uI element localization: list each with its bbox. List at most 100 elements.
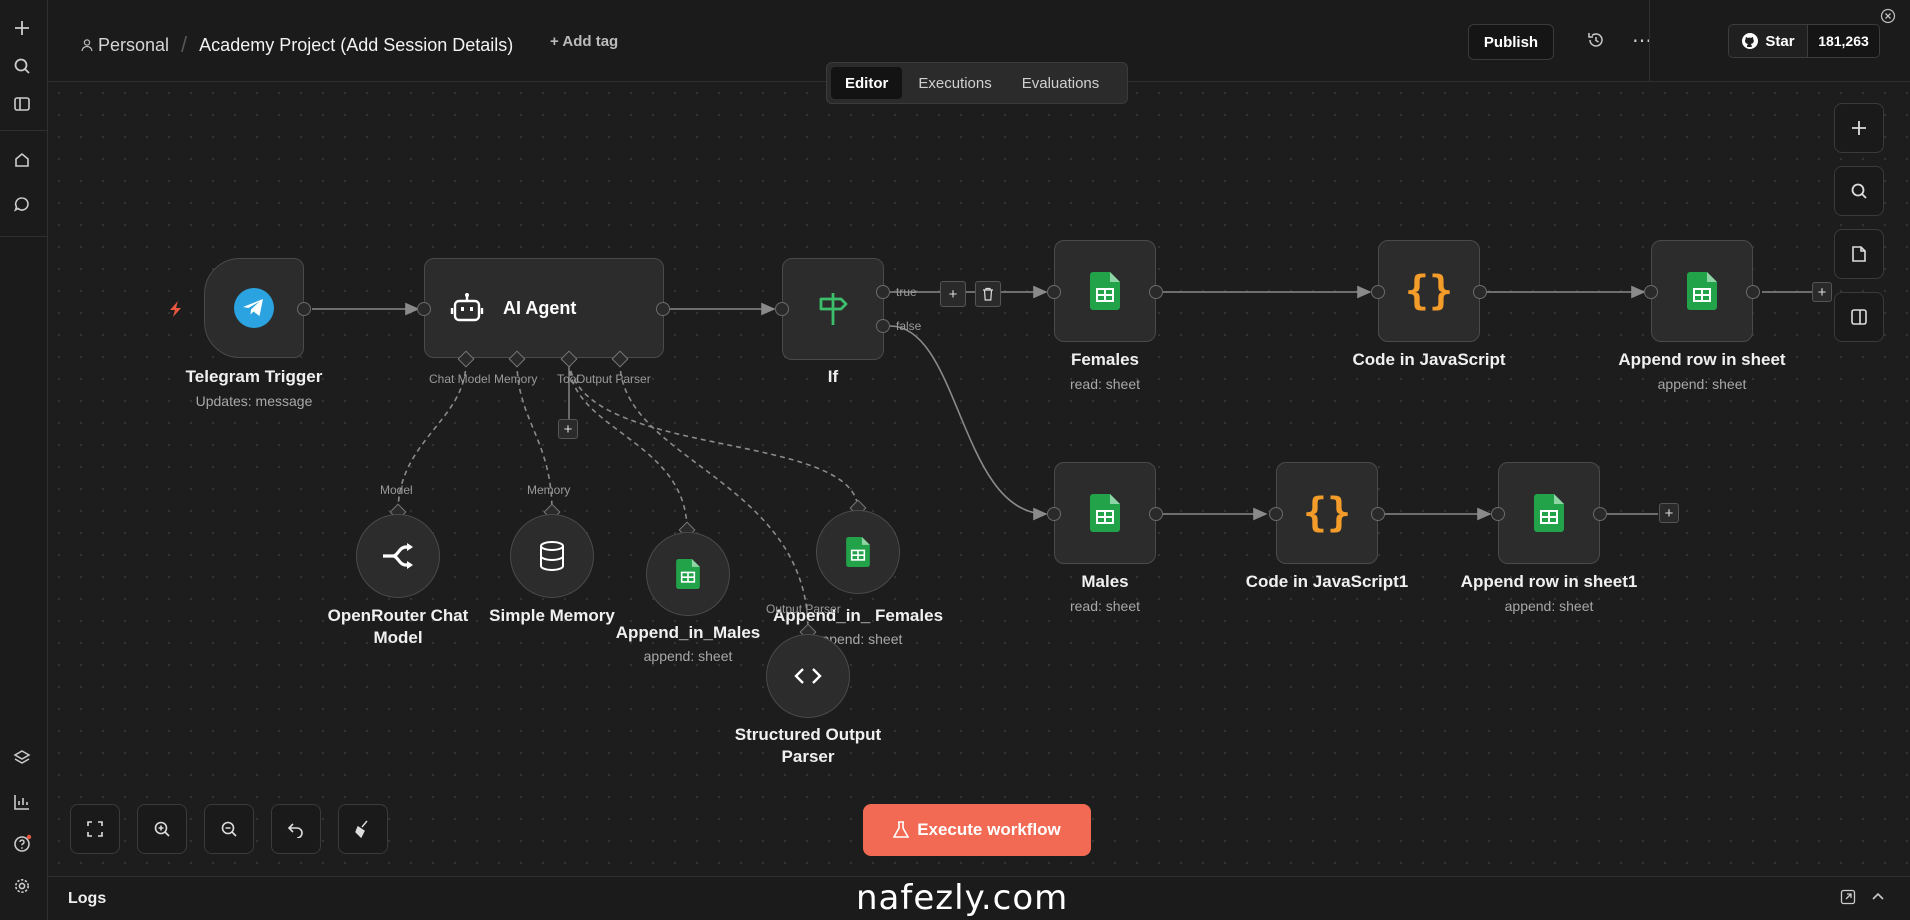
output-port[interactable] — [656, 302, 670, 316]
output-port[interactable] — [1473, 285, 1487, 299]
workflow-title[interactable]: Academy Project (Add Session Details) — [199, 35, 513, 56]
zoom-in-icon — [154, 821, 170, 837]
false-output-port[interactable] — [876, 319, 890, 333]
code-javascript-node[interactable]: {} — [1378, 240, 1480, 342]
true-output-port[interactable] — [876, 285, 890, 299]
node-subtitle: append: sheet — [1504, 598, 1594, 614]
templates-icon[interactable] — [10, 746, 34, 770]
input-port[interactable] — [1047, 285, 1061, 299]
tidy-up-button[interactable] — [338, 804, 388, 854]
sidebar-toggle-icon[interactable] — [10, 92, 34, 116]
females-sheet-node[interactable] — [1054, 240, 1156, 342]
google-sheets-icon — [1534, 494, 1564, 532]
code-brackets-icon — [794, 668, 822, 684]
males-sheet-node[interactable] — [1054, 462, 1156, 564]
append-row-sheet-node[interactable] — [1651, 240, 1753, 342]
undo-button[interactable] — [271, 804, 321, 854]
google-sheets-icon — [676, 559, 700, 589]
help-icon[interactable] — [10, 832, 34, 856]
breadcrumb: Personal / Academy Project (Add Session … — [80, 32, 513, 58]
popout-icon[interactable] — [1840, 889, 1856, 910]
github-star-widget[interactable]: Star 181,263 — [1728, 24, 1880, 58]
fit-view-button[interactable] — [70, 804, 120, 854]
port-label: Memory — [527, 483, 571, 497]
output-port[interactable] — [1149, 507, 1163, 521]
google-sheets-icon — [1687, 272, 1717, 310]
search-icon — [1851, 183, 1867, 199]
settings-gear-icon[interactable] — [10, 874, 34, 898]
node-title: OpenRouter Chat Model — [327, 606, 469, 647]
flask-icon — [893, 821, 910, 838]
zoom-out-button[interactable] — [204, 804, 254, 854]
star-count: 181,263 — [1807, 25, 1879, 57]
insights-icon[interactable] — [10, 790, 34, 814]
add-node-button[interactable]: + — [1659, 503, 1679, 523]
false-label: false — [896, 319, 922, 333]
history-icon[interactable] — [1586, 30, 1606, 55]
port-label: Chat Model — [429, 372, 491, 386]
logs-label: Logs — [68, 890, 107, 907]
close-icon[interactable] — [1880, 8, 1896, 29]
node-title: Append_in_Males — [615, 623, 761, 642]
home-icon[interactable] — [10, 148, 34, 172]
input-port[interactable] — [775, 302, 789, 316]
database-icon — [540, 541, 564, 572]
google-sheets-icon — [1090, 494, 1120, 532]
node-title: Structured Output Parser — [734, 725, 882, 766]
plus-icon[interactable] — [10, 16, 34, 40]
output-port[interactable] — [1149, 285, 1163, 299]
input-port[interactable] — [1047, 507, 1061, 521]
search-icon[interactable] — [10, 54, 34, 78]
signpost-icon — [819, 293, 848, 325]
workflow-canvas[interactable] — [48, 82, 1910, 876]
ai-agent-node[interactable]: AI Agent — [424, 258, 664, 358]
sticky-note-button[interactable] — [1834, 229, 1884, 279]
left-rail — [0, 0, 48, 920]
append-row-sheet1-node[interactable] — [1498, 462, 1600, 564]
input-port[interactable] — [1371, 285, 1385, 299]
execute-workflow-button[interactable]: Execute workflow — [863, 804, 1091, 856]
toggle-panel-button[interactable] — [1834, 292, 1884, 342]
add-node-button[interactable]: + — [1812, 282, 1832, 302]
delete-connection-button[interactable] — [975, 281, 1001, 307]
add-node-tool-button[interactable] — [1834, 103, 1884, 153]
true-label: true — [896, 285, 917, 299]
trash-icon — [983, 287, 993, 301]
tab-executions[interactable]: Executions — [904, 67, 1005, 99]
if-node[interactable] — [782, 258, 884, 360]
code-braces-icon: {} — [1302, 490, 1352, 536]
view-tabs: Editor Executions Evaluations — [826, 62, 1128, 104]
chat-icon[interactable] — [10, 192, 34, 216]
input-port[interactable] — [1269, 507, 1283, 521]
add-tool-button[interactable]: + — [558, 419, 578, 439]
add-tag-link[interactable]: + Add tag — [550, 33, 618, 50]
append-in-males-node[interactable] — [646, 532, 730, 616]
telegram-trigger-node[interactable] — [204, 258, 304, 358]
note-icon — [1852, 246, 1866, 262]
breadcrumb-owner[interactable]: Personal — [98, 35, 169, 56]
simple-memory-node[interactable] — [510, 514, 594, 598]
chevron-up-icon[interactable] — [1870, 889, 1886, 910]
tab-evaluations[interactable]: Evaluations — [1008, 67, 1114, 99]
output-port[interactable] — [1746, 285, 1760, 299]
output-port[interactable] — [297, 302, 311, 316]
publish-button[interactable]: Publish — [1468, 24, 1554, 60]
node-title: If — [827, 367, 839, 386]
broom-icon — [355, 820, 368, 839]
input-port[interactable] — [1491, 507, 1505, 521]
zoom-in-button[interactable] — [137, 804, 187, 854]
tab-editor[interactable]: Editor — [831, 67, 903, 99]
search-nodes-button[interactable] — [1834, 166, 1884, 216]
structured-output-parser-node[interactable] — [766, 634, 850, 718]
append-in-females-node[interactable] — [816, 510, 900, 594]
input-port[interactable] — [417, 302, 431, 316]
add-node-button[interactable]: + — [940, 281, 966, 307]
openrouter-chat-model-node[interactable] — [356, 514, 440, 598]
port-label: Memory — [494, 372, 538, 386]
zoom-out-icon — [221, 821, 237, 837]
code-javascript1-node[interactable]: {} — [1276, 462, 1378, 564]
output-port[interactable] — [1593, 507, 1607, 521]
input-port[interactable] — [1644, 285, 1658, 299]
robot-icon — [450, 293, 484, 322]
output-port[interactable] — [1371, 507, 1385, 521]
